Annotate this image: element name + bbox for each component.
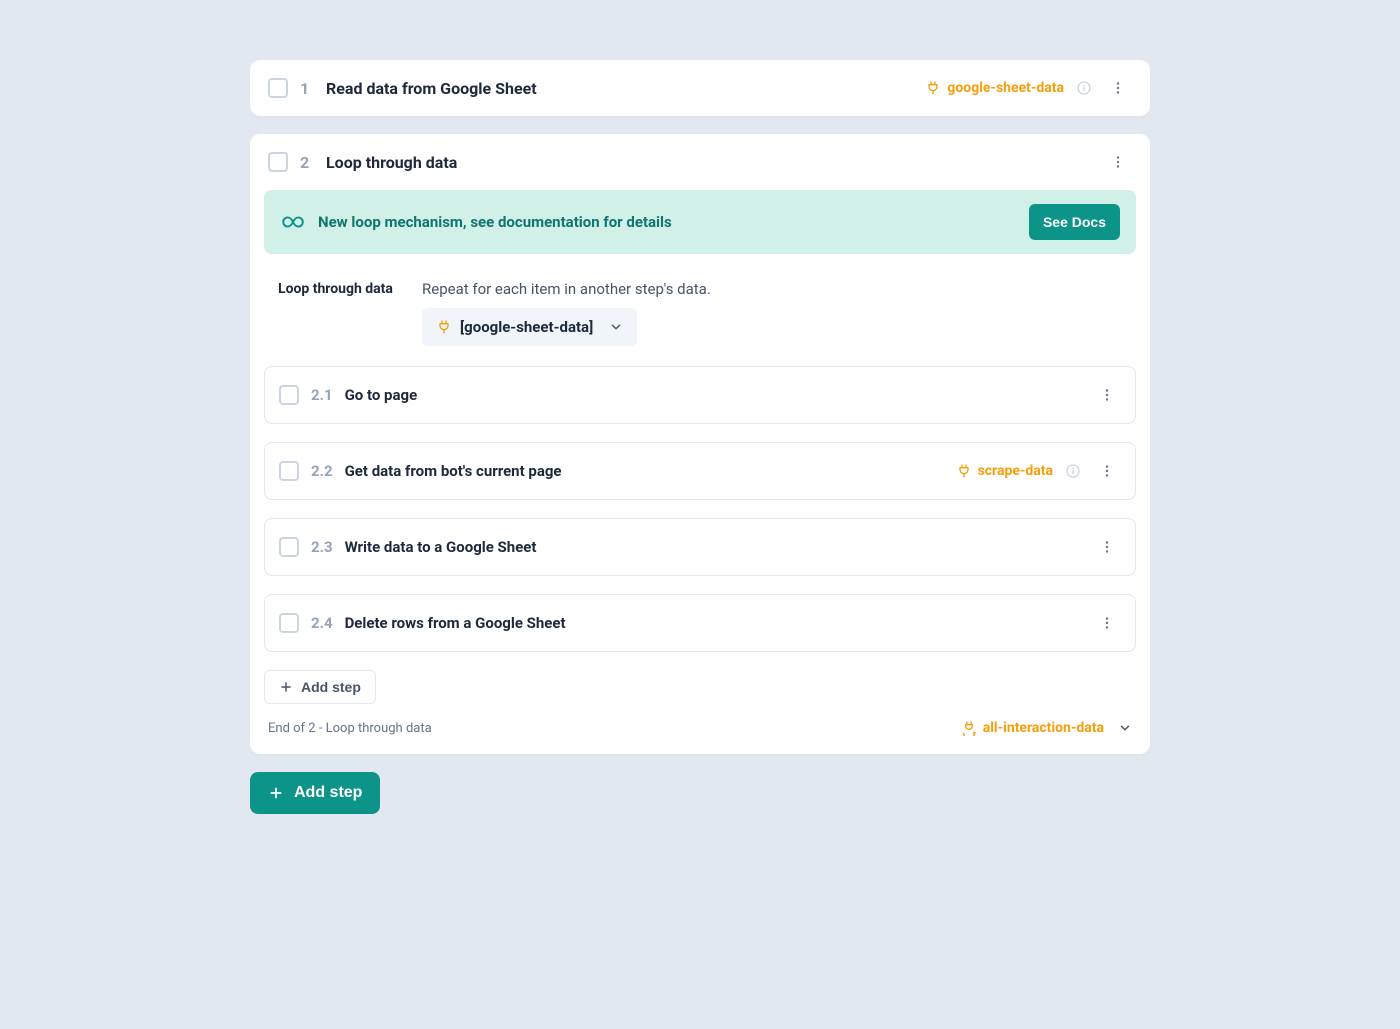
step-title: Read data from Google Sheet [326,79,537,98]
step-card-2: 2 Loop through data New loop mechanism, … [250,134,1150,754]
end-of-loop-text: End of 2 - Loop through data [268,721,432,736]
step-output-tag: google-sheet-data [925,80,1064,96]
more-vertical-icon [1109,79,1127,97]
plug-icon [436,319,452,335]
footer-output-tag[interactable]: all-interaction-data [961,720,1132,736]
step-number: 2 [300,153,314,172]
substep-checkbox[interactable] [279,613,299,633]
infinity-icon [280,213,306,231]
step-header[interactable]: 1 Read data from Google Sheet google-she… [250,60,1150,116]
dropdown-selected: [google-sheet-data] [460,318,593,336]
plus-icon [268,785,284,801]
plug-icon [956,463,972,479]
more-vertical-icon [1109,153,1127,171]
substep-checkbox[interactable] [279,385,299,405]
more-button[interactable] [1093,381,1121,409]
substep-checkbox[interactable] [279,537,299,557]
substep-title: Go to page [345,386,418,404]
step-number: 1 [300,79,314,98]
info-icon[interactable] [1065,463,1081,479]
step-card-1: 1 Read data from Google Sheet google-she… [250,60,1150,116]
more-vertical-icon [1098,538,1116,556]
add-step-label: Add step [301,679,361,695]
substep-row[interactable]: 2.3 Write data to a Google Sheet [264,518,1136,576]
more-button[interactable] [1093,457,1121,485]
loop-config-label: Loop through data [278,280,398,346]
step-title: Loop through data [326,153,457,172]
workflow-container: 1 Read data from Google Sheet google-she… [250,60,1150,814]
substep-row[interactable]: 2.4 Delete rows from a Google Sheet [264,594,1136,652]
substep-row[interactable]: 2.1 Go to page [264,366,1136,424]
substep-row[interactable]: 2.2 Get data from bot's current page scrap… [264,442,1136,500]
add-step-inline-button[interactable]: Add step [264,670,376,704]
plug-icon [925,80,941,96]
more-vertical-icon [1098,462,1116,480]
step-checkbox[interactable] [268,78,288,98]
chevron-down-icon [1118,721,1132,735]
step-checkbox[interactable] [268,152,288,172]
substep-title: Write data to a Google Sheet [345,538,537,556]
more-button[interactable] [1093,533,1121,561]
loop-config-description: Repeat for each item in another step's d… [422,280,1122,298]
see-docs-button[interactable]: See Docs [1029,204,1120,240]
more-vertical-icon [1098,614,1116,632]
loop-info-banner: New loop mechanism, see documentation fo… [264,190,1136,254]
banner-message: New loop mechanism, see documentation fo… [318,213,1017,231]
more-button[interactable] [1104,148,1132,176]
step-body: New loop mechanism, see documentation fo… [250,190,1150,754]
chevron-down-icon [609,320,623,334]
tag-text: scrape-data [978,463,1053,479]
tag-text: google-sheet-data [947,80,1064,96]
add-step-main-label: Add step [294,784,362,802]
plus-icon [279,680,293,694]
substep-checkbox[interactable] [279,461,299,481]
footer-tag-text: all-interaction-data [983,720,1104,736]
substep-output-tag: scrape-data [956,463,1053,479]
step-header[interactable]: 2 Loop through data [250,134,1150,190]
more-vertical-icon [1098,386,1116,404]
substep-title: Get data from bot's current page [345,462,562,480]
substep-number: 2.4 [311,614,333,632]
substep-number: 2.2 [311,462,333,480]
rotate-plug-icon [961,720,977,736]
more-button[interactable] [1104,74,1132,102]
add-step-main-button[interactable]: Add step [250,772,380,814]
substeps-list: 2.1 Go to page 2.2 Get data from bot's curr… [264,366,1136,652]
more-button[interactable] [1093,609,1121,637]
substep-title: Delete rows from a Google Sheet [345,614,566,632]
substep-number: 2.3 [311,538,333,556]
info-icon[interactable] [1076,80,1092,96]
substep-number: 2.1 [311,386,333,404]
step-footer: End of 2 - Loop through data all-interac… [264,718,1136,736]
loop-config: Loop through data Repeat for each item i… [264,272,1136,366]
loop-data-dropdown[interactable]: [google-sheet-data] [422,308,637,346]
